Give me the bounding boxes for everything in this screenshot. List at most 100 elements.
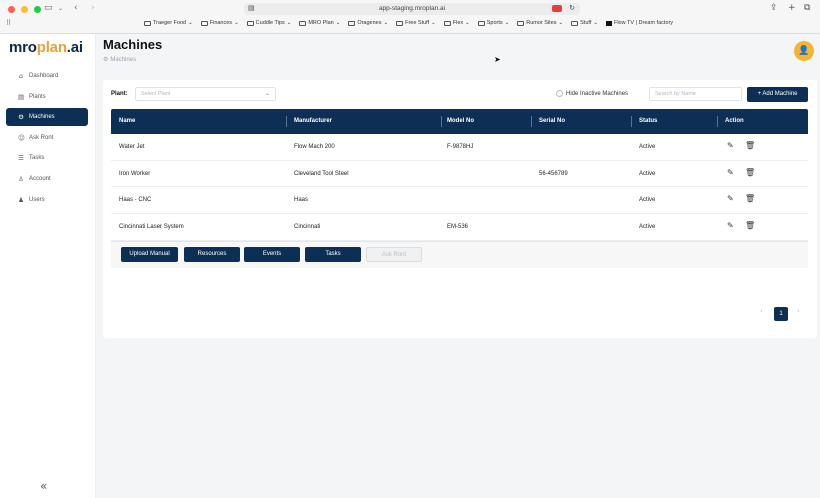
bookmark-item[interactable]: MRO Plan ⌄	[299, 20, 340, 26]
new-tab-icon[interactable]: +	[788, 3, 796, 13]
delete-icon[interactable]: 🗑	[745, 195, 755, 203]
edit-icon[interactable]: ✎	[727, 168, 734, 177]
folder-icon	[443, 20, 451, 26]
edit-icon[interactable]: ✎	[727, 195, 734, 203]
sidebar-toggle-icon[interactable]: ▭	[44, 3, 53, 13]
bookmark-item[interactable]: Free Stuff ⌄	[396, 20, 436, 26]
column-header-name[interactable]: Name	[119, 109, 135, 134]
sidebar-item-ask-ront[interactable]: ☺ Ask Ront	[6, 129, 88, 147]
window-controls	[8, 6, 41, 13]
cell-manufacturer: Cincinnati	[294, 224, 321, 231]
bookmark-item[interactable]: Traeger Food ⌄	[144, 20, 193, 26]
ask-ront-button[interactable]: Ask Ront	[366, 247, 422, 262]
table-row[interactable]: Haas - CNC Haas Active ✎ 🗑	[111, 187, 808, 215]
collapse-sidebar-icon[interactable]: «	[40, 479, 47, 493]
address-bar[interactable]: ▤ app-staging.mroplan.ai ↻	[244, 3, 580, 15]
machines-card: Plant: Select Plant ⌄ Hide Inactive Mach…	[103, 80, 817, 338]
cell-status: Active	[639, 197, 656, 204]
back-icon[interactable]: ‹	[74, 3, 78, 13]
chevron-down-icon: ⌄	[465, 20, 470, 26]
chevron-down-icon: ⌄	[558, 20, 564, 26]
tab-overview-icon[interactable]: ⧉	[804, 3, 810, 13]
share-icon[interactable]: ⇪	[770, 3, 778, 13]
bookmark-label: Traeger Food	[153, 20, 187, 26]
bookmark-label: Sports	[486, 20, 503, 26]
bookmark-item[interactable]: Flow TV | Dream factory	[605, 20, 673, 26]
machine-actions-bar: Upload Manual Resources Events Tasks Ask…	[111, 242, 808, 268]
delete-icon[interactable]: 🗑	[745, 168, 755, 177]
column-header-status[interactable]: Status	[639, 109, 657, 134]
bookmark-item[interactable]: Stuff ⌄	[571, 20, 598, 26]
reload-icon[interactable]: ↻	[569, 3, 575, 15]
cell-status: Active	[639, 144, 656, 150]
logo-part-plan: plan	[36, 39, 67, 56]
search-input[interactable]: Search by Name	[649, 87, 742, 101]
add-machine-button[interactable]: + Add Machine	[747, 87, 808, 102]
sidebar-item-dashboard[interactable]: ⌂ Dashboard	[6, 67, 88, 85]
chevron-down-icon[interactable]: ⌄	[58, 5, 63, 12]
user-avatar[interactable]: 👤	[794, 41, 814, 61]
minimize-window-button[interactable]	[21, 6, 28, 13]
column-header-serial-no[interactable]: Serial No	[539, 109, 565, 134]
sidebar-item-users[interactable]: ♟ Users	[6, 191, 88, 209]
bookmark-label: Cuddle Tips	[255, 20, 285, 26]
page-title: Machines	[103, 37, 163, 52]
chevron-down-icon: ⌄	[504, 20, 510, 26]
folder-icon	[144, 20, 151, 26]
table-header: Name Manufacturer Model No Serial No Status A…	[111, 109, 808, 134]
next-page-icon[interactable]: ›	[797, 307, 800, 315]
column-divider	[631, 116, 632, 127]
page-info-icon[interactable]: ▤	[248, 3, 255, 15]
bookmark-item[interactable]: Cuddle Tips ⌄	[246, 20, 291, 26]
sidebar-item-account[interactable]: ♙ Account	[6, 170, 88, 188]
cell-serial: 56-456789	[539, 170, 568, 177]
edit-icon[interactable]: ✎	[727, 142, 734, 150]
folder-icon	[348, 20, 356, 26]
delete-icon[interactable]: 🗑	[745, 142, 755, 150]
sidebar-item-plants[interactable]: ▤ Plants	[6, 88, 88, 106]
sidebar-item-tasks[interactable]: ☰ Tasks	[6, 149, 88, 167]
upload-manual-button[interactable]: Upload Manual	[121, 247, 178, 262]
prev-page-icon[interactable]: ‹	[760, 307, 763, 315]
close-window-button[interactable]	[8, 6, 15, 13]
tab-grid-icon[interactable]: ⠿	[6, 19, 11, 27]
events-button[interactable]: Events	[244, 247, 300, 262]
chevron-down-icon: ⌄	[431, 20, 436, 26]
breadcrumb: ⚙ Machines	[103, 56, 136, 63]
table-row[interactable]: Cincinnati Laser System Cincinnati EM-536 A…	[111, 214, 808, 241]
hide-inactive-radio[interactable]	[556, 90, 563, 97]
breadcrumb-item-machines[interactable]: Machines	[110, 57, 136, 63]
bookmark-item[interactable]: Flex ⌄	[443, 20, 470, 26]
plant-select[interactable]: Select Plant ⌄	[135, 87, 276, 101]
sidebar-nav: ⌂ Dashboard ▤ Plants ⚙ Machines ☺ Ask Ront ☰ Task…	[6, 67, 88, 211]
sidebar-item-label: Tasks	[29, 155, 45, 162]
column-header-model-no[interactable]: Model No	[447, 109, 474, 134]
sidebar: mroplan.ai ⌂ Dashboard ▤ Plants ⚙ Machines ☺ As…	[0, 34, 96, 498]
resources-button[interactable]: Resources	[184, 247, 240, 262]
column-header-action[interactable]: Action	[725, 109, 744, 134]
bookmark-label: Finances	[209, 20, 233, 26]
folder-icon	[246, 20, 254, 26]
page-number-current[interactable]: 1	[774, 307, 788, 321]
tasks-button[interactable]: Tasks	[305, 247, 361, 262]
delete-icon[interactable]: 🗑	[745, 222, 755, 230]
tv-icon	[605, 20, 612, 26]
edit-icon[interactable]: ✎	[727, 222, 734, 230]
bookmark-item[interactable]: Finances ⌄	[200, 20, 239, 26]
mouse-cursor-icon: ➤	[494, 55, 501, 64]
column-header-manufacturer[interactable]: Manufacturer	[294, 109, 332, 134]
hide-inactive-toggle[interactable]: Hide Inactive Machines	[556, 90, 628, 97]
chevron-down-icon: ⌄	[383, 20, 389, 26]
table-row[interactable]: Iron Worker Cleveland Tool Steel 56-456789…	[111, 160, 808, 188]
cell-name: Iron Worker	[119, 170, 151, 177]
bookmark-item[interactable]: Sports ⌄	[477, 20, 510, 26]
bookmarks-bar: Traeger Food ⌄ Finances ⌄ Cuddle Tips ⌄ MRO Pl…	[144, 20, 673, 26]
app-logo[interactable]: mroplan.ai	[9, 39, 83, 56]
bookmark-item[interactable]: Rumor Sites ⌄	[517, 20, 563, 26]
zoom-window-button[interactable]	[34, 6, 41, 13]
machine-icon: ⚙	[103, 56, 109, 63]
forward-icon[interactable]: ›	[91, 3, 95, 13]
bookmark-item[interactable]: Oragenes ⌄	[348, 20, 388, 26]
table-row[interactable]: Water Jet Flow Mach 200 F-9878HJ Active ✎ 🗑	[111, 134, 808, 161]
sidebar-item-machines[interactable]: ⚙ Machines	[6, 108, 88, 127]
